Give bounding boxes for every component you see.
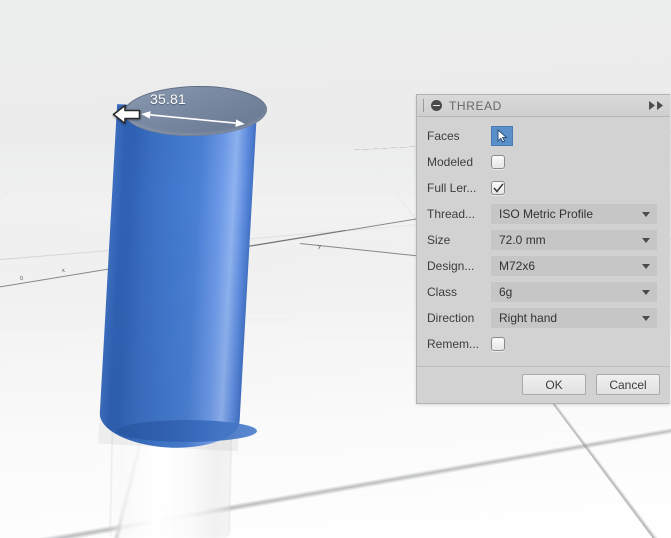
size-dropdown[interactable]: 72.0 mm [491, 230, 657, 250]
cylinder-model[interactable]: 35.81 [98, 80, 280, 452]
label-faces: Faces [427, 129, 460, 143]
thread-dialog-body: Faces Modeled Full Ler... Thread... ISO … [417, 117, 670, 366]
label-remember: Remem... [427, 337, 480, 351]
label-direction: Direction [427, 311, 475, 325]
axis-tick-x: x [61, 267, 66, 275]
row-faces: Faces [427, 123, 660, 149]
fusion-cad-window: 0 x y 35.81 THREAD Faces Modeled Full Le… [0, 0, 671, 538]
modeled-checkbox[interactable] [491, 155, 505, 169]
chevron-down-icon [642, 211, 650, 217]
label-size: Size [427, 233, 451, 247]
model-ghost-reflection [110, 405, 232, 538]
cylinder-top-rim [123, 84, 267, 137]
chevron-down-icon [642, 263, 650, 269]
drag-handle-icon[interactable] [421, 99, 427, 112]
row-full-length: Full Ler... [427, 175, 660, 201]
size-value: 72.0 mm [499, 233, 546, 247]
thread-dialog-footer: OK Cancel [417, 366, 670, 403]
row-remember: Remem... [427, 331, 660, 357]
remember-checkbox[interactable] [491, 337, 505, 351]
faces-select-button[interactable] [491, 126, 513, 146]
thread-type-dropdown[interactable]: ISO Metric Profile [491, 204, 657, 224]
arrow-left-cursor-icon [112, 104, 141, 125]
axis-tick-y: y [317, 243, 321, 251]
row-direction: Direction Right hand [427, 305, 660, 331]
cylinder-bottom-edge [117, 420, 257, 442]
label-modeled: Modeled [427, 155, 474, 169]
model-ghost-cap [109, 399, 233, 429]
cancel-button[interactable]: Cancel [596, 374, 660, 395]
thread-dialog[interactable]: THREAD Faces Modeled Full Ler... Thread.… [416, 94, 670, 404]
class-dropdown[interactable]: 6g [491, 282, 657, 302]
thread-dialog-title: THREAD [449, 98, 502, 113]
row-thread-type: Thread... ISO Metric Profile [427, 201, 660, 227]
label-thread-type: Thread... [427, 207, 476, 221]
row-class: Class 6g [427, 279, 660, 305]
diameter-dimension-arrow [141, 111, 245, 127]
direction-dropdown[interactable]: Right hand [491, 308, 657, 328]
thread-dialog-titlebar[interactable]: THREAD [417, 95, 670, 117]
designation-dropdown[interactable]: M72x6 [491, 256, 657, 276]
row-designation: Design... M72x6 [427, 253, 660, 279]
row-modeled: Modeled [427, 149, 660, 175]
diameter-dimension-label: 35.81 [150, 91, 187, 107]
class-value: 6g [499, 285, 513, 299]
cylinder-top-face-selected[interactable] [123, 84, 268, 138]
label-class: Class [427, 285, 458, 299]
chevron-down-icon [642, 237, 650, 243]
designation-value: M72x6 [499, 259, 536, 273]
ok-button[interactable]: OK [522, 374, 586, 395]
arrow-cursor-icon [497, 129, 508, 143]
label-full-length: Full Ler... [427, 181, 477, 195]
direction-value: Right hand [499, 311, 558, 325]
collapse-dot-icon[interactable] [431, 100, 442, 111]
full-length-checkbox[interactable] [491, 181, 505, 195]
chevron-down-icon [642, 315, 650, 321]
double-chevron-right-icon[interactable] [649, 101, 664, 110]
row-size: Size 72.0 mm [427, 227, 660, 253]
chevron-down-icon [642, 289, 650, 295]
label-designation: Design... [427, 259, 475, 273]
thread-type-value: ISO Metric Profile [499, 207, 594, 221]
axis-tick-0: 0 [19, 275, 24, 283]
